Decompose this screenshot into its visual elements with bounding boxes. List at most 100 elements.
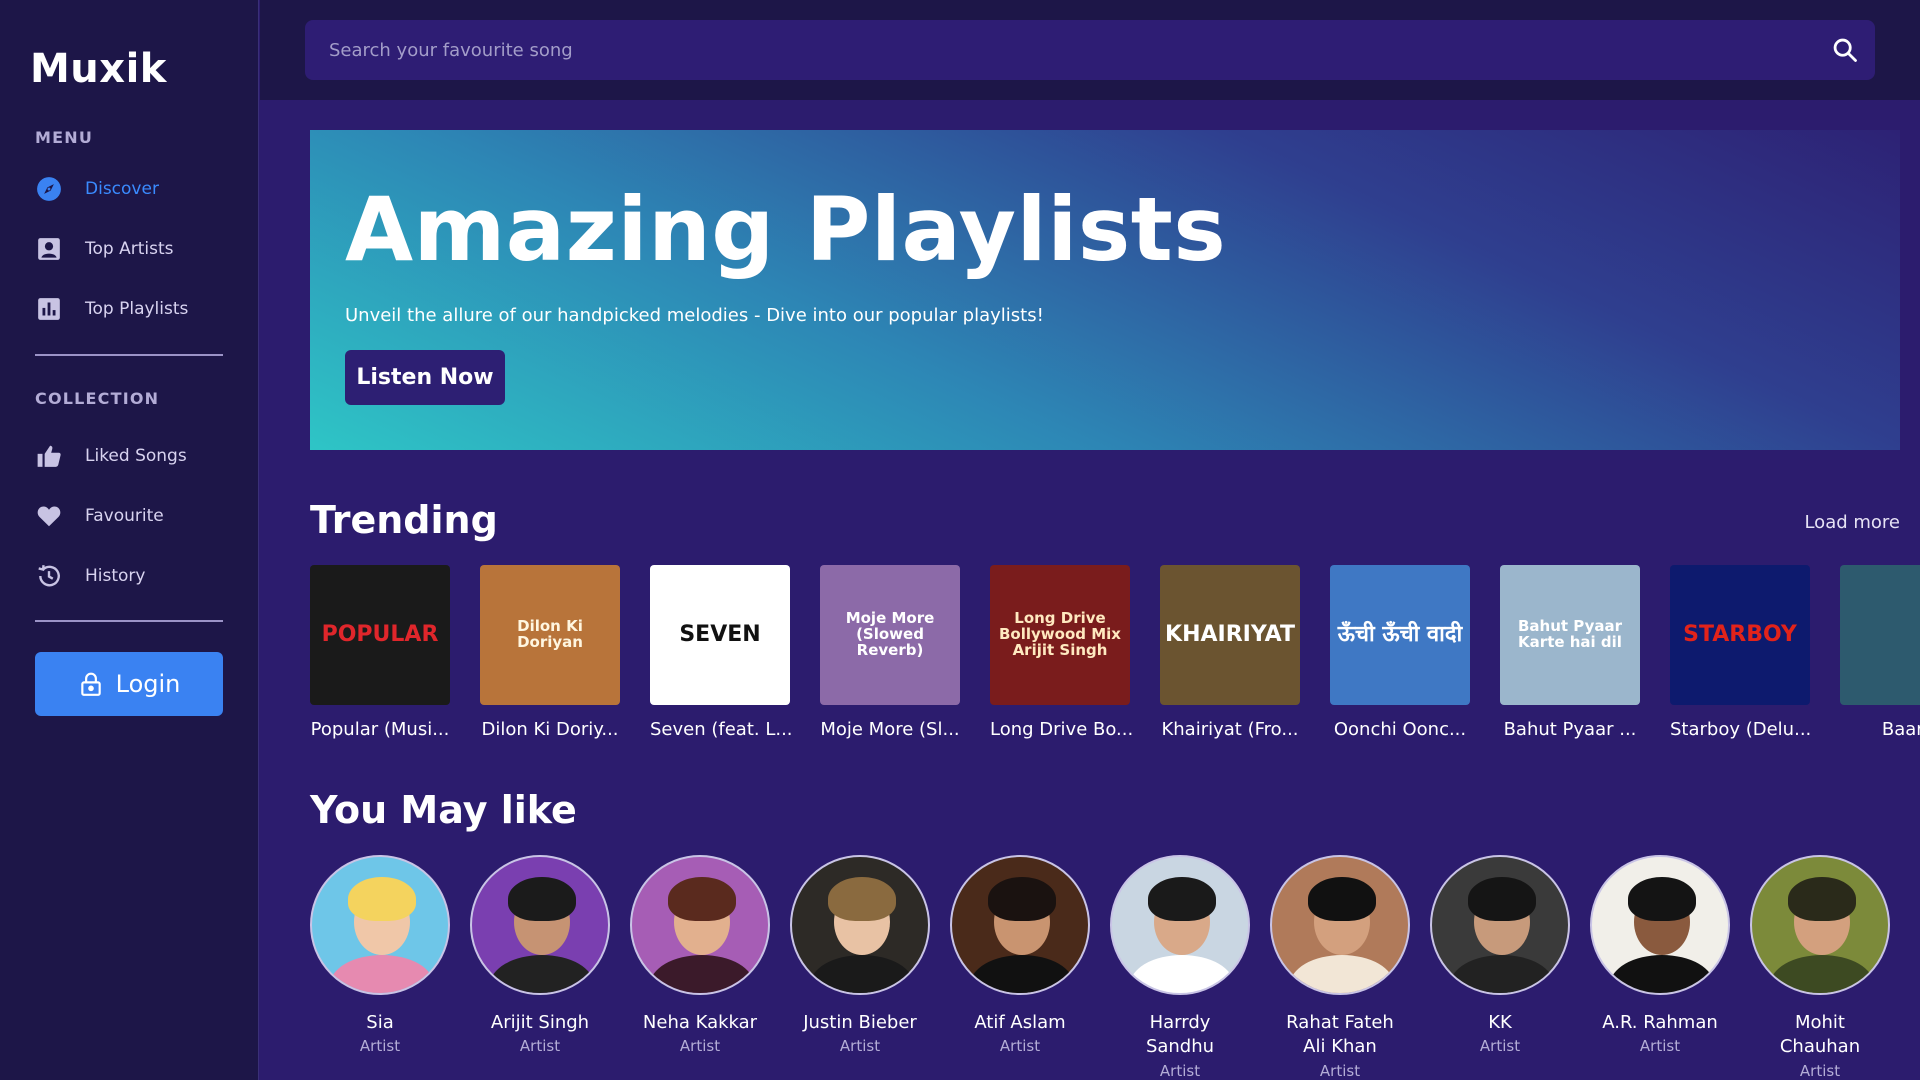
sidebar-item-label: Favourite <box>85 506 164 526</box>
artist-avatar <box>1750 855 1890 995</box>
artist-role: Artist <box>1319 1061 1361 1080</box>
load-more-link[interactable]: Load more <box>1804 512 1900 533</box>
track-card[interactable]: Moje More (Slowed Reverb) Moje More (Sl..… <box>820 565 960 740</box>
search-bar <box>305 20 1875 80</box>
sidebar-item-liked-songs[interactable]: Liked Songs <box>35 436 225 476</box>
avatar-body <box>1290 955 1394 993</box>
artist-card[interactable]: Mohit Chauhan Artist <box>1750 855 1890 1080</box>
track-cover-text: Long Drive Bollywood Mix Arijit Singh <box>999 609 1121 659</box>
artist-role: Artist <box>839 1037 881 1056</box>
top-bar <box>260 0 1920 100</box>
app-logo[interactable]: Muxik <box>30 46 167 92</box>
artist-card[interactable]: Arijit Singh Artist <box>470 855 610 1055</box>
track-cover: STARBOY <box>1670 565 1810 705</box>
history-icon <box>35 562 63 590</box>
track-title: Bahut Pyaar ... <box>1503 719 1637 740</box>
track-cover-text: Dilon Ki Doriyan <box>517 617 583 651</box>
avatar-body <box>490 955 594 993</box>
avatar-body <box>1130 955 1234 993</box>
hero-banner: Amazing Playlists Unveil the allure of o… <box>310 130 1900 450</box>
track-cover: Dilon Ki Doriyan <box>480 565 620 705</box>
heart-icon <box>35 502 63 530</box>
artist-card[interactable]: Justin Bieber Artist <box>790 855 930 1055</box>
track-card[interactable]: KHAIRIYAT Khairiyat (Fro... <box>1160 565 1300 740</box>
artist-card[interactable]: Harrdy Sandhu Artist <box>1110 855 1250 1080</box>
artist-card[interactable]: Rahat Fateh Ali Khan Artist <box>1270 855 1410 1080</box>
avatar-hair <box>348 877 416 921</box>
sidebar: Muxik MENU Discover Top Artists Top Play… <box>0 0 259 1080</box>
lock-icon <box>80 672 101 696</box>
sidebar-item-label: History <box>85 566 146 586</box>
track-card[interactable]: Bahut Pyaar Karte hai dil Bahut Pyaar ... <box>1500 565 1640 740</box>
artist-name: Justin Bieber <box>803 1012 917 1033</box>
track-card[interactable]: POPULAR Popular (Musi... <box>310 565 450 740</box>
sidebar-item-top-artists[interactable]: Top Artists <box>35 229 225 269</box>
artist-avatar <box>1590 855 1730 995</box>
track-cover-text: ऊँची ऊँची वादी <box>1337 622 1463 648</box>
track-cover-text: STARBOY <box>1683 622 1797 648</box>
sidebar-item-label: Liked Songs <box>85 446 187 466</box>
search-button[interactable] <box>1815 20 1875 80</box>
login-button[interactable]: Login <box>35 652 223 716</box>
artist-card[interactable]: KK Artist <box>1430 855 1570 1055</box>
track-cover-text: SEVEN <box>679 622 761 648</box>
artist-card[interactable]: Neha Kakkar Artist <box>630 855 770 1055</box>
track-cover: POPULAR <box>310 565 450 705</box>
artist-card[interactable]: Atif Aslam Artist <box>950 855 1090 1055</box>
sidebar-item-label: Top Artists <box>85 239 174 259</box>
track-cover: KHAIRIYAT <box>1160 565 1300 705</box>
track-cover: Bahut Pyaar Karte hai dil <box>1500 565 1640 705</box>
track-title: Oonchi Oonc... <box>1333 719 1467 740</box>
artist-list: Sia Artist Arijit Singh Artist Neha Kakkar Ar… <box>310 855 1920 1080</box>
artist-avatar <box>790 855 930 995</box>
track-cover-text <box>1904 629 1916 641</box>
artist-avatar <box>1430 855 1570 995</box>
track-title: Starboy (Delu... <box>1670 719 1812 740</box>
artist-card[interactable]: Sia Artist <box>310 855 450 1055</box>
avatar-body <box>330 955 434 993</box>
artist-avatar <box>950 855 1090 995</box>
avatar-hair <box>828 877 896 921</box>
track-card[interactable]: ऊँची ऊँची वादी Oonchi Oonc... <box>1330 565 1470 740</box>
track-card[interactable]: STARBOY Starboy (Delu... <box>1670 565 1812 740</box>
artist-name: Rahat Fateh Ali Khan <box>1286 1012 1394 1058</box>
artist-role: Artist <box>1479 1037 1521 1056</box>
avatar-body <box>1770 955 1874 993</box>
avatar-hair <box>1148 877 1216 921</box>
artist-name: Atif Aslam <box>974 1012 1066 1033</box>
chart-icon <box>35 295 63 323</box>
sidebar-item-label: Discover <box>85 179 159 199</box>
track-cover: Long Drive Bollywood Mix Arijit Singh <box>990 565 1130 705</box>
track-cover: ऊँची ऊँची वादी <box>1330 565 1470 705</box>
track-cover-text: KHAIRIYAT <box>1165 622 1295 648</box>
sidebar-item-discover[interactable]: Discover <box>35 169 225 209</box>
avatar-body <box>650 955 754 993</box>
listen-now-button[interactable]: Listen Now <box>345 350 505 405</box>
track-title: Popular (Musi... <box>310 719 450 740</box>
sidebar-item-history[interactable]: History <box>35 556 225 596</box>
you-may-like-title: You May like <box>310 788 577 832</box>
artist-avatar <box>310 855 450 995</box>
track-cover-text: POPULAR <box>321 622 439 648</box>
track-title: Long Drive Bo... <box>990 719 1134 740</box>
track-cover-text: Bahut Pyaar Karte hai dil <box>1518 617 1622 651</box>
track-title: Dilon Ki Doriy... <box>481 719 619 740</box>
avatar-body <box>970 955 1074 993</box>
track-card[interactable]: SEVEN Seven (feat. L... <box>650 565 793 740</box>
track-card[interactable]: Long Drive Bollywood Mix Arijit Singh Lon… <box>990 565 1134 740</box>
search-input[interactable] <box>305 20 1815 80</box>
avatar-body <box>1610 955 1714 993</box>
track-card[interactable]: Dilon Ki Doriyan Dilon Ki Doriy... <box>480 565 620 740</box>
hero-subtitle: Unveil the allure of our handpicked melo… <box>345 305 1044 326</box>
avatar-hair <box>1468 877 1536 921</box>
artist-card[interactable]: A.R. Rahman Artist <box>1590 855 1730 1055</box>
track-cover <box>1840 565 1920 705</box>
artist-icon <box>35 235 63 263</box>
sidebar-item-top-playlists[interactable]: Top Playlists <box>35 289 225 329</box>
sidebar-item-favourite[interactable]: Favourite <box>35 496 225 536</box>
hero-title: Amazing Playlists <box>345 178 1227 281</box>
track-card[interactable]: Baaris <box>1840 565 1920 740</box>
track-title: Baaris <box>1881 719 1920 740</box>
thumbs-up-icon <box>35 442 63 470</box>
artist-avatar <box>630 855 770 995</box>
